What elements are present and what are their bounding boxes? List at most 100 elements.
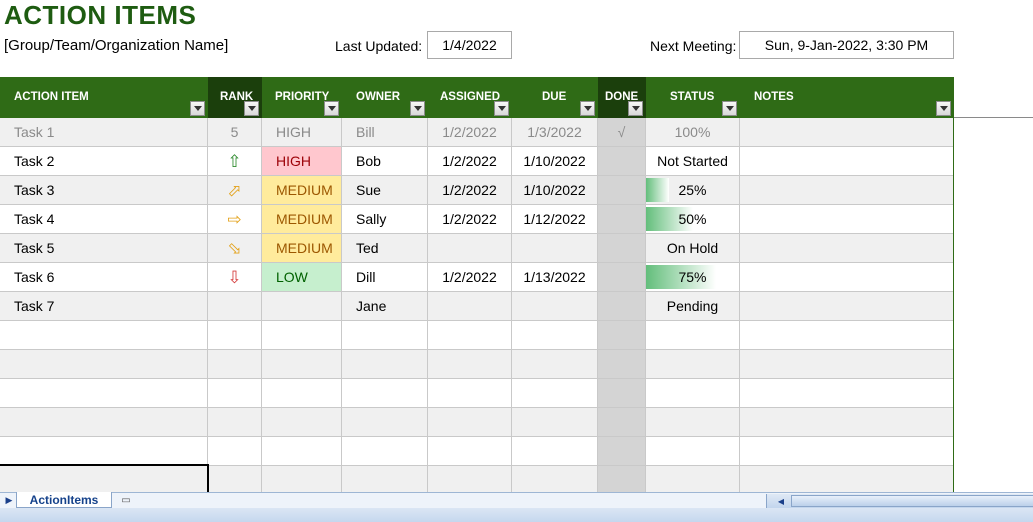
cell-due[interactable]: 1/10/2022	[512, 147, 598, 176]
insert-sheet-icon[interactable]: ▭	[116, 494, 136, 507]
cell-done[interactable]	[598, 321, 646, 350]
cell-notes[interactable]	[740, 437, 954, 466]
cell-done[interactable]	[598, 263, 646, 292]
cell-rank[interactable]	[208, 379, 262, 408]
cell-item[interactable]	[0, 321, 208, 350]
cell-due[interactable]	[512, 350, 598, 379]
cell-assigned[interactable]: 1/2/2022	[428, 205, 512, 234]
scrollbar-thumb[interactable]	[791, 495, 1033, 507]
cell-assigned[interactable]	[428, 408, 512, 437]
cell-done[interactable]	[598, 147, 646, 176]
sheet-nav-icon[interactable]: ▶	[2, 494, 16, 507]
next-meeting-field[interactable]: Sun, 9-Jan-2022, 3:30 PM	[739, 31, 954, 59]
column-header-done[interactable]: DONE	[598, 77, 646, 118]
cell-status[interactable]: On Hold	[646, 234, 740, 263]
cell-item[interactable]	[0, 408, 208, 437]
cell-assigned[interactable]	[428, 292, 512, 321]
cell-item[interactable]	[0, 350, 208, 379]
filter-dropdown-icon[interactable]	[190, 101, 205, 116]
cell-item[interactable]: Task 4	[0, 205, 208, 234]
cell-item[interactable]: Task 7	[0, 292, 208, 321]
cell-status[interactable]	[646, 379, 740, 408]
cell-item[interactable]: Task 5	[0, 234, 208, 263]
cell-status[interactable]: 50%	[646, 205, 740, 234]
cell-owner[interactable]: Ted	[342, 234, 428, 263]
cell-done[interactable]	[598, 437, 646, 466]
cell-item[interactable]: Task 6	[0, 263, 208, 292]
cell-item[interactable]: Task 3	[0, 176, 208, 205]
cell-notes[interactable]	[740, 321, 954, 350]
cell-priority[interactable]	[262, 379, 342, 408]
cell-assigned[interactable]	[428, 350, 512, 379]
cell-notes[interactable]	[740, 292, 954, 321]
column-header-rank[interactable]: RANK	[208, 77, 262, 118]
column-header-status[interactable]: STATUS	[646, 77, 740, 118]
cell-priority[interactable]: LOW	[262, 263, 342, 292]
cell-due[interactable]: 1/13/2022	[512, 263, 598, 292]
cell-owner[interactable]	[342, 408, 428, 437]
column-header-item[interactable]: ACTION ITEM	[0, 77, 208, 118]
filter-dropdown-icon[interactable]	[936, 101, 951, 116]
cell-notes[interactable]	[740, 408, 954, 437]
cell-done[interactable]	[598, 350, 646, 379]
cell-status[interactable]	[646, 408, 740, 437]
cell-owner[interactable]: Jane	[342, 292, 428, 321]
cell-due[interactable]	[512, 408, 598, 437]
cell-notes[interactable]	[740, 205, 954, 234]
filter-dropdown-icon[interactable]	[580, 101, 595, 116]
selected-cell[interactable]	[0, 464, 209, 492]
cell-done[interactable]: √	[598, 118, 646, 147]
cell-owner[interactable]	[342, 466, 428, 495]
organization-name[interactable]: [Group/Team/Organization Name]	[4, 37, 228, 54]
cell-notes[interactable]	[740, 147, 954, 176]
cell-priority[interactable]	[262, 350, 342, 379]
cell-due[interactable]	[512, 234, 598, 263]
cell-status[interactable]	[646, 321, 740, 350]
cell-assigned[interactable]	[428, 234, 512, 263]
cell-priority[interactable]: MEDIUM	[262, 234, 342, 263]
cell-owner[interactable]: Sue	[342, 176, 428, 205]
filter-dropdown-icon[interactable]	[722, 101, 737, 116]
cell-item[interactable]	[0, 437, 208, 466]
cell-owner[interactable]	[342, 350, 428, 379]
cell-status[interactable]: 75%	[646, 263, 740, 292]
cell-rank[interactable]: ⇧	[208, 147, 262, 176]
cell-rank[interactable]	[208, 408, 262, 437]
cell-due[interactable]: 1/10/2022	[512, 176, 598, 205]
cell-status[interactable]: Pending	[646, 292, 740, 321]
cell-owner[interactable]: Bob	[342, 147, 428, 176]
cell-done[interactable]	[598, 408, 646, 437]
cell-status[interactable]	[646, 350, 740, 379]
cell-priority[interactable]: MEDIUM	[262, 205, 342, 234]
cell-notes[interactable]	[740, 234, 954, 263]
cell-priority[interactable]	[262, 437, 342, 466]
cell-notes[interactable]	[740, 379, 954, 408]
filter-dropdown-icon[interactable]	[494, 101, 509, 116]
cell-notes[interactable]	[740, 350, 954, 379]
cell-rank[interactable]	[208, 437, 262, 466]
cell-due[interactable]	[512, 466, 598, 495]
cell-status[interactable]	[646, 437, 740, 466]
column-header-due[interactable]: DUE	[512, 77, 598, 118]
cell-item[interactable]: Task 1	[0, 118, 208, 147]
filter-dropdown-icon[interactable]	[244, 101, 259, 116]
column-header-priority[interactable]: PRIORITY	[262, 77, 342, 118]
cell-owner[interactable]: Bill	[342, 118, 428, 147]
cell-rank[interactable]: ⇩	[208, 263, 262, 292]
filter-dropdown-icon[interactable]	[628, 101, 643, 116]
sheet-tab-actionitems[interactable]: ActionItems	[16, 492, 112, 508]
scroll-left-icon[interactable]: ◀	[775, 495, 787, 507]
cell-rank[interactable]	[208, 350, 262, 379]
cell-owner[interactable]: Sally	[342, 205, 428, 234]
cell-rank[interactable]: ⇨	[208, 205, 262, 234]
cell-priority[interactable]: MEDIUM	[262, 176, 342, 205]
cell-notes[interactable]	[740, 263, 954, 292]
cell-assigned[interactable]	[428, 379, 512, 408]
cell-assigned[interactable]: 1/2/2022	[428, 118, 512, 147]
column-header-assigned[interactable]: ASSIGNED	[428, 77, 512, 118]
cell-priority[interactable]: HIGH	[262, 118, 342, 147]
cell-notes[interactable]	[740, 118, 954, 147]
cell-status[interactable]: 25%	[646, 176, 740, 205]
cell-priority[interactable]	[262, 292, 342, 321]
horizontal-scrollbar[interactable]: ◀	[766, 494, 1033, 508]
